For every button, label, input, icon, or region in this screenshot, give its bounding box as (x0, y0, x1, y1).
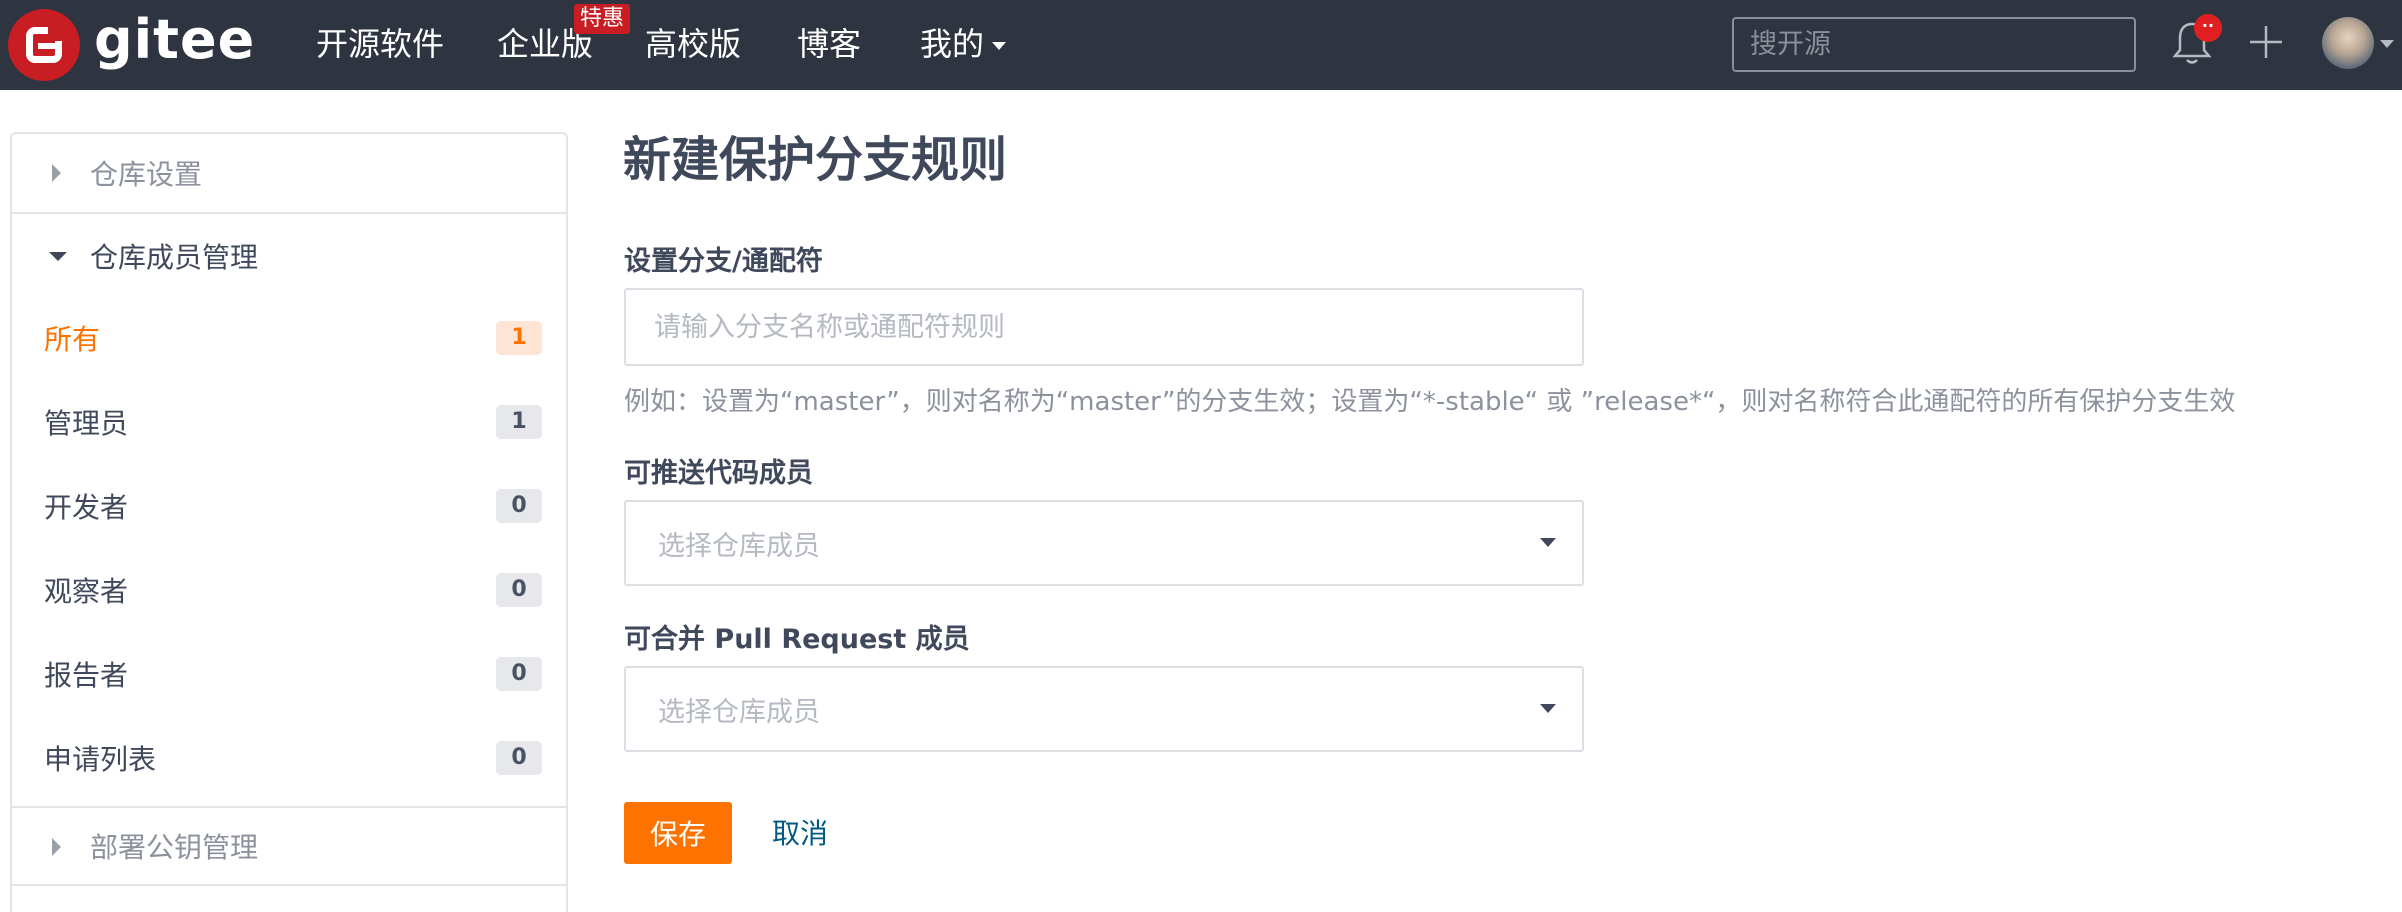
nav-open-source[interactable]: 开源软件 (316, 24, 444, 64)
notification-badge: ·· (2194, 14, 2222, 42)
sidebar-section-label: 仓库设置 (90, 158, 203, 191)
select-placeholder: 选择仓库成员 (658, 530, 820, 562)
sidebar-item-reporter[interactable]: 报告者 0 (12, 632, 566, 716)
caret-down-icon (49, 252, 67, 261)
merge-members-select[interactable]: 选择仓库成员 (624, 666, 1584, 752)
push-members-select[interactable]: 选择仓库成员 (624, 500, 1584, 586)
nav-mine[interactable]: 我的 (920, 24, 1007, 64)
branch-pattern-input[interactable] (624, 288, 1584, 366)
caret-right-icon (52, 164, 61, 182)
cancel-link[interactable]: 取消 (772, 814, 828, 854)
branch-field-label: 设置分支/通配符 (624, 246, 823, 277)
sidebar-section-repo-settings[interactable]: 仓库设置 (12, 134, 566, 214)
settings-sidebar: 仓库设置 仓库成员管理 所有 1 管理员 1 开发者 0 观察者 0 报告者 0… (10, 132, 568, 912)
top-navbar: gitee 开源软件 企业版 特惠 高校版 博客 我的 ·· (0, 0, 2402, 90)
sidebar-item-applications[interactable]: 申请列表 0 (12, 716, 566, 800)
nav-mine-label: 我的 (920, 25, 985, 63)
chevron-down-icon[interactable] (2380, 40, 2394, 48)
logo-text: gitee (94, 8, 256, 71)
sidebar-item-observer[interactable]: 观察者 0 (12, 548, 566, 632)
sidebar-item-all[interactable]: 所有 1 (12, 296, 566, 380)
sidebar-item-label: 所有 (44, 323, 101, 356)
push-members-label: 可推送代码成员 (624, 458, 813, 489)
caret-right-icon (52, 838, 61, 856)
count-badge: 0 (496, 657, 542, 691)
count-badge: 1 (496, 321, 542, 355)
nav-blog[interactable]: 博客 (797, 24, 861, 64)
chevron-down-icon (992, 42, 1007, 50)
count-badge: 1 (496, 405, 542, 439)
select-placeholder: 选择仓库成员 (658, 696, 820, 728)
merge-members-label: 可合并 Pull Request 成员 (624, 624, 970, 655)
sidebar-item-label: 观察者 (44, 575, 129, 608)
nav-education[interactable]: 高校版 (645, 24, 741, 64)
branch-pattern-hint: 例如：设置为“master”，则对名称为“master”的分支生效；设置为“*-… (624, 387, 2236, 417)
chevron-down-icon (1540, 704, 1556, 713)
count-badge: 0 (496, 741, 542, 775)
count-badge: 0 (496, 573, 542, 607)
sidebar-item-admin[interactable]: 管理员 1 (12, 380, 566, 464)
count-badge: 0 (496, 489, 542, 523)
sidebar-item-label: 管理员 (44, 407, 129, 440)
enterprise-promo-badge: 特惠 (574, 4, 631, 34)
sidebar-section-label: 仓库成员管理 (90, 241, 259, 274)
sidebar-item-label: 申请列表 (44, 743, 157, 776)
sidebar-item-label: 报告者 (44, 659, 129, 692)
user-avatar[interactable] (2322, 17, 2374, 69)
sidebar-item-label: 开发者 (44, 491, 129, 524)
sidebar-section-label: 部署公钥管理 (90, 831, 259, 864)
sidebar-section-members[interactable]: 仓库成员管理 (12, 216, 566, 296)
plus-icon[interactable] (2248, 24, 2284, 60)
chevron-down-icon (1540, 538, 1556, 547)
sidebar-section-deploy-keys[interactable]: 部署公钥管理 (12, 806, 566, 886)
page-title: 新建保护分支规则 (623, 132, 1008, 188)
sidebar-item-developer[interactable]: 开发者 0 (12, 464, 566, 548)
gitee-logo[interactable]: gitee (8, 9, 255, 81)
search-input[interactable] (1732, 17, 2136, 72)
gitee-logo-icon (8, 9, 80, 81)
save-button[interactable]: 保存 (624, 802, 732, 864)
